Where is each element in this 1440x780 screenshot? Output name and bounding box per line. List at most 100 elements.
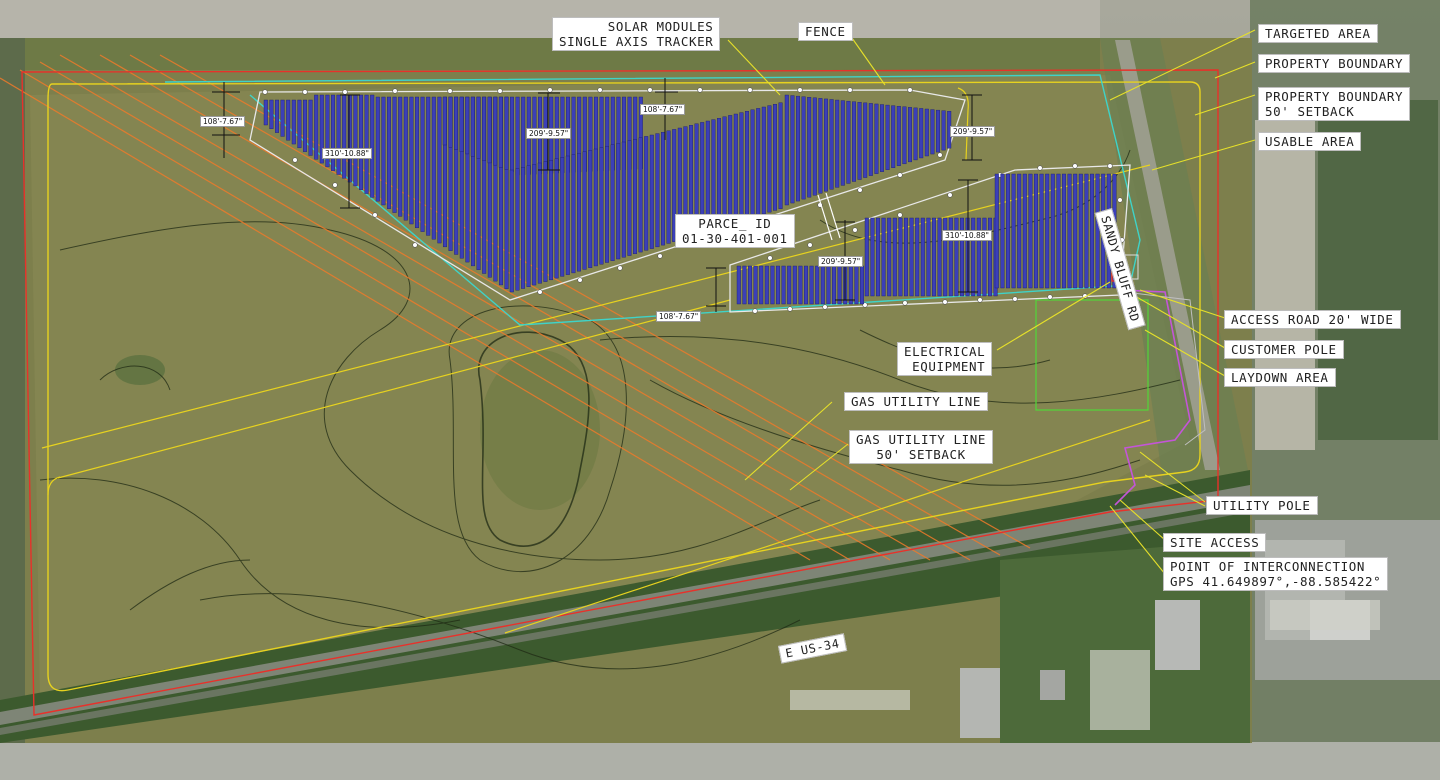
solar-tracker-row — [353, 94, 358, 187]
solar-tracker-row — [1056, 173, 1061, 289]
solar-tracker-row — [941, 110, 946, 151]
solar-tracker-row — [403, 96, 408, 221]
fence-post — [617, 265, 623, 271]
fence-post — [937, 152, 943, 158]
fence-post — [412, 242, 418, 248]
fence-post — [292, 157, 298, 163]
solar-tracker-row — [1061, 173, 1066, 289]
label-property-boundary-setback: PROPERTY BOUNDARY 50' SETBACK — [1258, 87, 1411, 121]
solar-tracker-row — [359, 94, 364, 190]
dimension-label: 310'-10.88" — [322, 148, 373, 159]
solar-tracker-row — [913, 107, 918, 161]
fence-post — [947, 192, 953, 198]
solar-tracker-row — [781, 265, 786, 305]
solar-tracker-row — [1039, 173, 1044, 289]
solar-tracker-row — [431, 96, 436, 240]
solar-tracker-row — [649, 134, 654, 249]
solar-tracker-row — [1033, 173, 1038, 289]
solar-tracker-row — [864, 217, 869, 297]
solar-tracker-row — [837, 265, 842, 305]
solar-tracker-row — [881, 217, 886, 297]
solar-tracker-row — [1017, 173, 1022, 289]
solar-tracker-row — [509, 169, 514, 293]
solar-tracker-row — [1050, 173, 1055, 289]
solar-tracker-row — [605, 145, 610, 263]
solar-tracker-row — [303, 99, 308, 152]
solar-tracker-row — [790, 95, 795, 204]
solar-tracker-row — [521, 96, 526, 175]
solar-tracker-row — [291, 99, 296, 145]
solar-tracker-row — [599, 147, 604, 265]
solar-tracker-row — [880, 104, 885, 172]
fence-post — [747, 87, 753, 93]
solar-tracker-row — [1095, 173, 1100, 289]
dimension-label: 209'-9.57" — [526, 128, 572, 139]
solar-tracker-row — [733, 113, 738, 223]
solar-tracker-row — [778, 102, 783, 209]
solar-tracker-row — [381, 96, 386, 206]
dimension-label: 108'-7.67" — [640, 104, 686, 115]
solar-tracker-row — [415, 96, 420, 229]
solar-tracker-row — [331, 94, 336, 171]
solar-tracker-row — [750, 109, 755, 218]
fence-post — [697, 87, 703, 93]
solar-tracker-row — [792, 265, 797, 305]
solar-tracker-row — [770, 265, 775, 305]
solar-tracker-row — [442, 96, 447, 146]
solar-tracker-row — [807, 97, 812, 198]
solar-tracker-row — [275, 99, 280, 133]
solar-tracker-row — [420, 96, 425, 232]
fence-post — [1012, 296, 1018, 302]
fence-post — [597, 87, 603, 93]
solar-tracker-row — [588, 150, 593, 268]
solar-tracker-row — [459, 96, 464, 152]
fence-post — [392, 88, 398, 94]
solar-tracker-row — [924, 108, 929, 157]
fence-post — [447, 88, 453, 94]
fence-post — [1037, 165, 1043, 171]
solar-tracker-row — [926, 217, 931, 297]
solar-tracker-row — [465, 96, 470, 155]
solar-tracker-row — [874, 103, 879, 174]
fence-post — [647, 87, 653, 93]
solar-tracker-row — [666, 130, 671, 244]
south-imagery — [0, 742, 1440, 780]
solar-tracker-row — [761, 106, 766, 215]
solar-tracker-row — [627, 140, 632, 256]
solar-tracker-row — [804, 265, 809, 305]
fence-post — [942, 299, 948, 305]
solar-tracker-row — [549, 159, 554, 281]
solar-tracker-row — [852, 101, 857, 182]
solar-tracker-row — [543, 161, 548, 282]
solar-tracker-row — [537, 162, 542, 284]
label-targeted-area: TARGETED AREA — [1258, 24, 1378, 43]
solar-tracker-row — [818, 98, 823, 194]
label-laydown-area: LAYDOWN AREA — [1224, 368, 1336, 387]
label-electrical-equipment: ELECTRICAL EQUIPMENT — [897, 342, 993, 376]
fence-post — [547, 87, 553, 93]
solar-tracker-row — [1022, 173, 1027, 289]
solar-tracker-row — [835, 99, 840, 188]
solar-tracker-row — [1073, 173, 1078, 289]
solar-tracker-row — [482, 96, 487, 161]
solar-tracker-row — [269, 99, 274, 130]
fence-post — [657, 253, 663, 259]
solar-tracker-row — [756, 108, 761, 216]
solar-tracker-row — [448, 96, 453, 148]
solar-tracker-row — [263, 99, 268, 126]
dimension-label: 108'-7.67" — [200, 116, 246, 127]
label-usable-area: USABLE AREA — [1258, 132, 1362, 151]
dimension-label: 310'-10.88" — [942, 230, 993, 241]
label-point-of-interconnection: POINT OF INTERCONNECTION GPS 41.649897°,… — [1163, 557, 1389, 591]
fence-post — [262, 89, 268, 95]
solar-tracker-row — [1000, 173, 1005, 289]
fence-post — [907, 87, 913, 93]
solar-tracker-row — [919, 108, 924, 159]
solar-tracker-row — [909, 217, 914, 297]
solar-tracker-row — [796, 95, 801, 202]
solar-tracker-row — [764, 265, 769, 305]
solar-tracker-row — [375, 96, 380, 202]
solar-tracker-row — [1045, 173, 1050, 289]
label-gas-utility-line: GAS UTILITY LINE — [844, 392, 989, 411]
solar-tracker-row — [846, 100, 851, 184]
